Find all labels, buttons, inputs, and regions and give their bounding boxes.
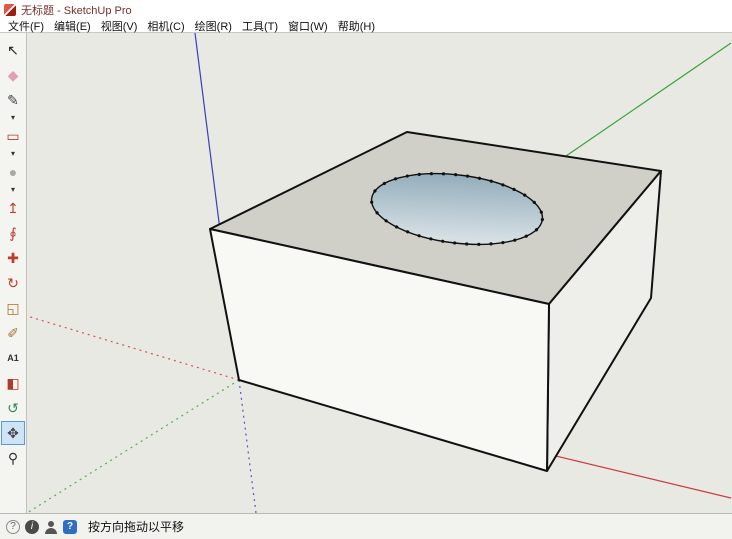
menu-window[interactable]: 窗口(W): [283, 18, 333, 34]
tape-measure-tool[interactable]: ✐: [1, 321, 25, 345]
orbit-tool[interactable]: ↺: [1, 396, 25, 420]
paint-bucket-tool[interactable]: ◧: [1, 371, 25, 395]
sketchup-logo-icon: [4, 4, 16, 16]
dimension-tool[interactable]: A1: [1, 346, 25, 370]
line-tool[interactable]: ✎: [1, 88, 25, 112]
menu-file[interactable]: 文件(F): [3, 18, 49, 34]
user-icon[interactable]: [44, 520, 58, 534]
window-title: 无标题 - SketchUp Pro: [21, 2, 132, 18]
move-tool[interactable]: ✚: [1, 246, 25, 270]
statusbar: ? i? 按方向拖动以平移: [0, 513, 732, 539]
rect-tools-dropdown[interactable]: ▾: [1, 149, 25, 159]
menu-tools[interactable]: 工具(T): [237, 18, 283, 34]
pan-tool[interactable]: ✥: [1, 421, 25, 445]
menu-draw[interactable]: 绘图(R): [190, 18, 237, 34]
menubar: 文件(F)编辑(E)视图(V)相机(C)绘图(R)工具(T)窗口(W)帮助(H): [0, 19, 732, 33]
rectangle-tool[interactable]: ▭: [1, 124, 25, 148]
titlebar: 无标题 - SketchUp Pro: [0, 0, 732, 19]
select-tool[interactable]: ↖: [1, 38, 25, 62]
info-circle-icon[interactable]: i: [25, 520, 39, 534]
menu-view[interactable]: 视图(V): [96, 18, 143, 34]
viewport-svg: [27, 33, 731, 513]
rotate-tool[interactable]: ↻: [1, 271, 25, 295]
help-badge-icon[interactable]: ?: [63, 520, 77, 534]
help-circle-icon[interactable]: ?: [6, 520, 20, 534]
push-pull-tool[interactable]: ↥: [1, 196, 25, 220]
follow-me-tool[interactable]: ∮: [1, 221, 25, 245]
eraser-tool[interactable]: ◆: [1, 63, 25, 87]
scale-tool[interactable]: ◱: [1, 296, 25, 320]
status-message: 按方向拖动以平移: [88, 518, 184, 535]
menu-help[interactable]: 帮助(H): [333, 18, 380, 34]
zoom-tool[interactable]: ⚲: [1, 446, 25, 470]
line-tools-dropdown[interactable]: ▾: [1, 113, 25, 123]
tool-palette: ↖◆✎▾▭▾●▾↥∮✚↻◱✐A1◧↺✥⚲: [0, 33, 27, 513]
circle-tools-dropdown[interactable]: ▾: [1, 185, 25, 195]
menu-camera[interactable]: 相机(C): [142, 18, 189, 34]
drawing-canvas[interactable]: [27, 33, 732, 513]
menu-edit[interactable]: 编辑(E): [49, 18, 96, 34]
circle-tool[interactable]: ●: [1, 160, 25, 184]
